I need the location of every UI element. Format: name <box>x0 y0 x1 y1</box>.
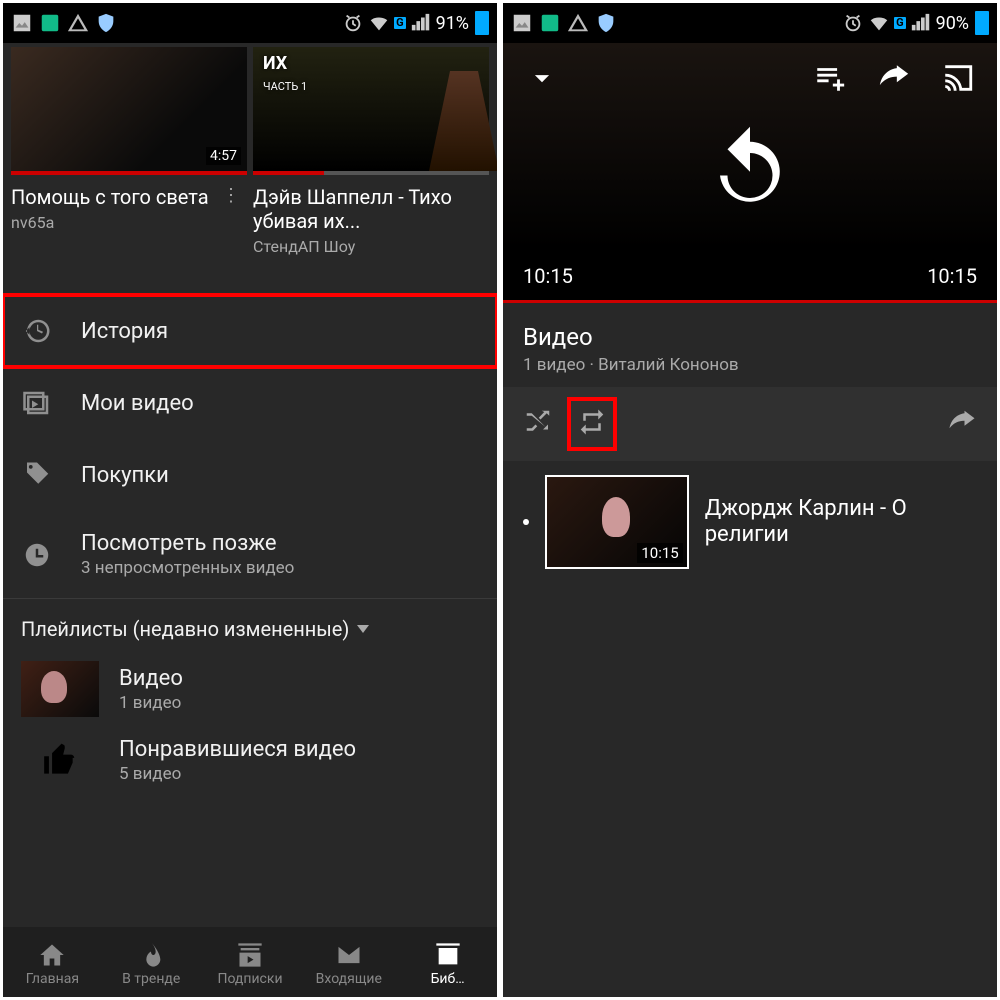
video-title: Помощь с того света <box>11 185 218 209</box>
status-bar: G 91% <box>3 3 497 43</box>
playlist-video-title: Джордж Карлин - О религии <box>705 496 977 548</box>
playlist-item[interactable]: Видео 1 видео <box>3 651 497 727</box>
video-thumbnail[interactable]: ИХЧАСТЬ 1 <box>253 47 489 175</box>
playlist-header: Видео 1 видео · Виталий Кононов <box>503 303 997 387</box>
share-icon[interactable] <box>877 61 911 99</box>
video-card[interactable]: ИХЧАСТЬ 1 Дэйв Шаппелл - Тихо убивая их.… <box>253 47 489 256</box>
recent-videos-row: 4:57 Помощь с того света ⋮ nv65a ИХЧАСТЬ… <box>3 43 497 256</box>
tag-icon <box>21 459 53 491</box>
cast-icon[interactable] <box>941 61 975 99</box>
nav-home[interactable]: Главная <box>3 941 102 987</box>
playlist-count: 1 видео <box>119 693 183 713</box>
library-sublabel: 3 непросмотренных видео <box>81 558 294 578</box>
playlist-video-thumbnail: 10:15 <box>547 477 687 567</box>
player-time-current: 10:15 <box>523 264 573 288</box>
bottom-nav: Главная В тренде Подписки Входящие Биб… <box>3 927 497 997</box>
shield-icon <box>95 12 117 34</box>
nav-trending[interactable]: В тренде <box>102 941 201 987</box>
video-card[interactable]: 4:57 Помощь с того света ⋮ nv65a <box>11 47 247 256</box>
nav-inbox[interactable]: Входящие <box>299 941 398 987</box>
video-duration: 4:57 <box>206 147 241 165</box>
library-my-videos[interactable]: Мои видео <box>3 367 497 439</box>
battery-icon <box>475 11 489 35</box>
wifi-icon <box>868 12 890 34</box>
library-watch-later[interactable]: Посмотреть позже 3 непросмотренных видео <box>3 511 497 598</box>
library-label: Покупки <box>81 463 169 488</box>
notif-image-icon <box>511 12 533 34</box>
library-label: Посмотреть позже <box>81 531 294 556</box>
battery-percent: 91% <box>436 13 469 34</box>
replay-icon[interactable] <box>705 123 795 217</box>
dropdown-icon <box>357 625 369 633</box>
playlist-name: Понравившиеся видео <box>119 737 356 762</box>
phone-player-screen: G 90% 10:15 10:15 Видео 1 видео · Витали… <box>503 3 997 997</box>
playlist-subtitle: 1 видео · Виталий Кононов <box>523 355 977 375</box>
nav-subscriptions[interactable]: Подписки <box>201 941 300 987</box>
library-purchases[interactable]: Покупки <box>3 439 497 511</box>
library-label: Мои видео <box>81 391 194 416</box>
library-label: История <box>81 319 168 344</box>
video-menu-icon[interactable]: ⋮ <box>218 185 243 206</box>
library-history[interactable]: История <box>3 295 497 367</box>
alarm-icon <box>342 12 364 34</box>
warning-icon <box>567 12 589 34</box>
status-bar: G 90% <box>503 3 997 43</box>
playlist-item-liked[interactable]: Понравившиеся видео 5 видео <box>3 727 497 794</box>
playlist-thumbnail <box>21 661 99 717</box>
nav-library[interactable]: Биб… <box>398 941 497 987</box>
warning-icon <box>67 12 89 34</box>
video-player[interactable]: 10:15 10:15 <box>503 43 997 303</box>
thumbs-up-icon <box>21 745 99 777</box>
now-playing-indicator <box>523 519 529 525</box>
signal-icon <box>410 12 432 34</box>
notif-app-icon <box>39 12 61 34</box>
alarm-icon <box>842 12 864 34</box>
signal-icon <box>910 12 932 34</box>
collapse-icon[interactable] <box>525 61 559 99</box>
my-videos-icon <box>21 387 53 419</box>
playlist-count: 5 видео <box>119 764 356 784</box>
battery-icon <box>975 11 989 35</box>
shield-icon <box>595 12 617 34</box>
playlist-controls <box>503 387 997 461</box>
shuffle-icon[interactable] <box>523 407 553 441</box>
history-icon <box>21 315 53 347</box>
phone-library-screen: G 91% 4:57 Помощь с того света ⋮ nv65a И… <box>3 3 497 997</box>
add-to-playlist-icon[interactable] <box>813 61 847 99</box>
video-duration: 10:15 <box>637 543 682 563</box>
video-thumbnail[interactable]: 4:57 <box>11 47 247 175</box>
notif-app-icon <box>539 12 561 34</box>
battery-percent: 90% <box>936 13 969 34</box>
player-time-total: 10:15 <box>927 264 977 288</box>
playlist-name: Видео <box>119 666 183 691</box>
playlist-video-item[interactable]: 10:15 Джордж Карлин - О религии <box>503 461 997 583</box>
notif-image-icon <box>11 12 33 34</box>
video-channel: СтендАП Шоу <box>253 237 485 256</box>
playlist-title: Видео <box>523 323 977 351</box>
clock-icon <box>21 539 53 571</box>
video-title: Дэйв Шаппелл - Тихо убивая их... <box>253 185 485 233</box>
share-icon[interactable] <box>947 407 977 441</box>
library-list: История Мои видео Покупки Посмотреть поз… <box>3 294 497 598</box>
video-channel: nv65a <box>11 213 243 232</box>
network-g-badge: G <box>394 17 406 29</box>
network-g-badge: G <box>894 17 906 29</box>
playlists-header[interactable]: Плейлисты (недавно измененные) <box>3 598 497 651</box>
loop-icon[interactable] <box>571 401 613 447</box>
wifi-icon <box>368 12 390 34</box>
